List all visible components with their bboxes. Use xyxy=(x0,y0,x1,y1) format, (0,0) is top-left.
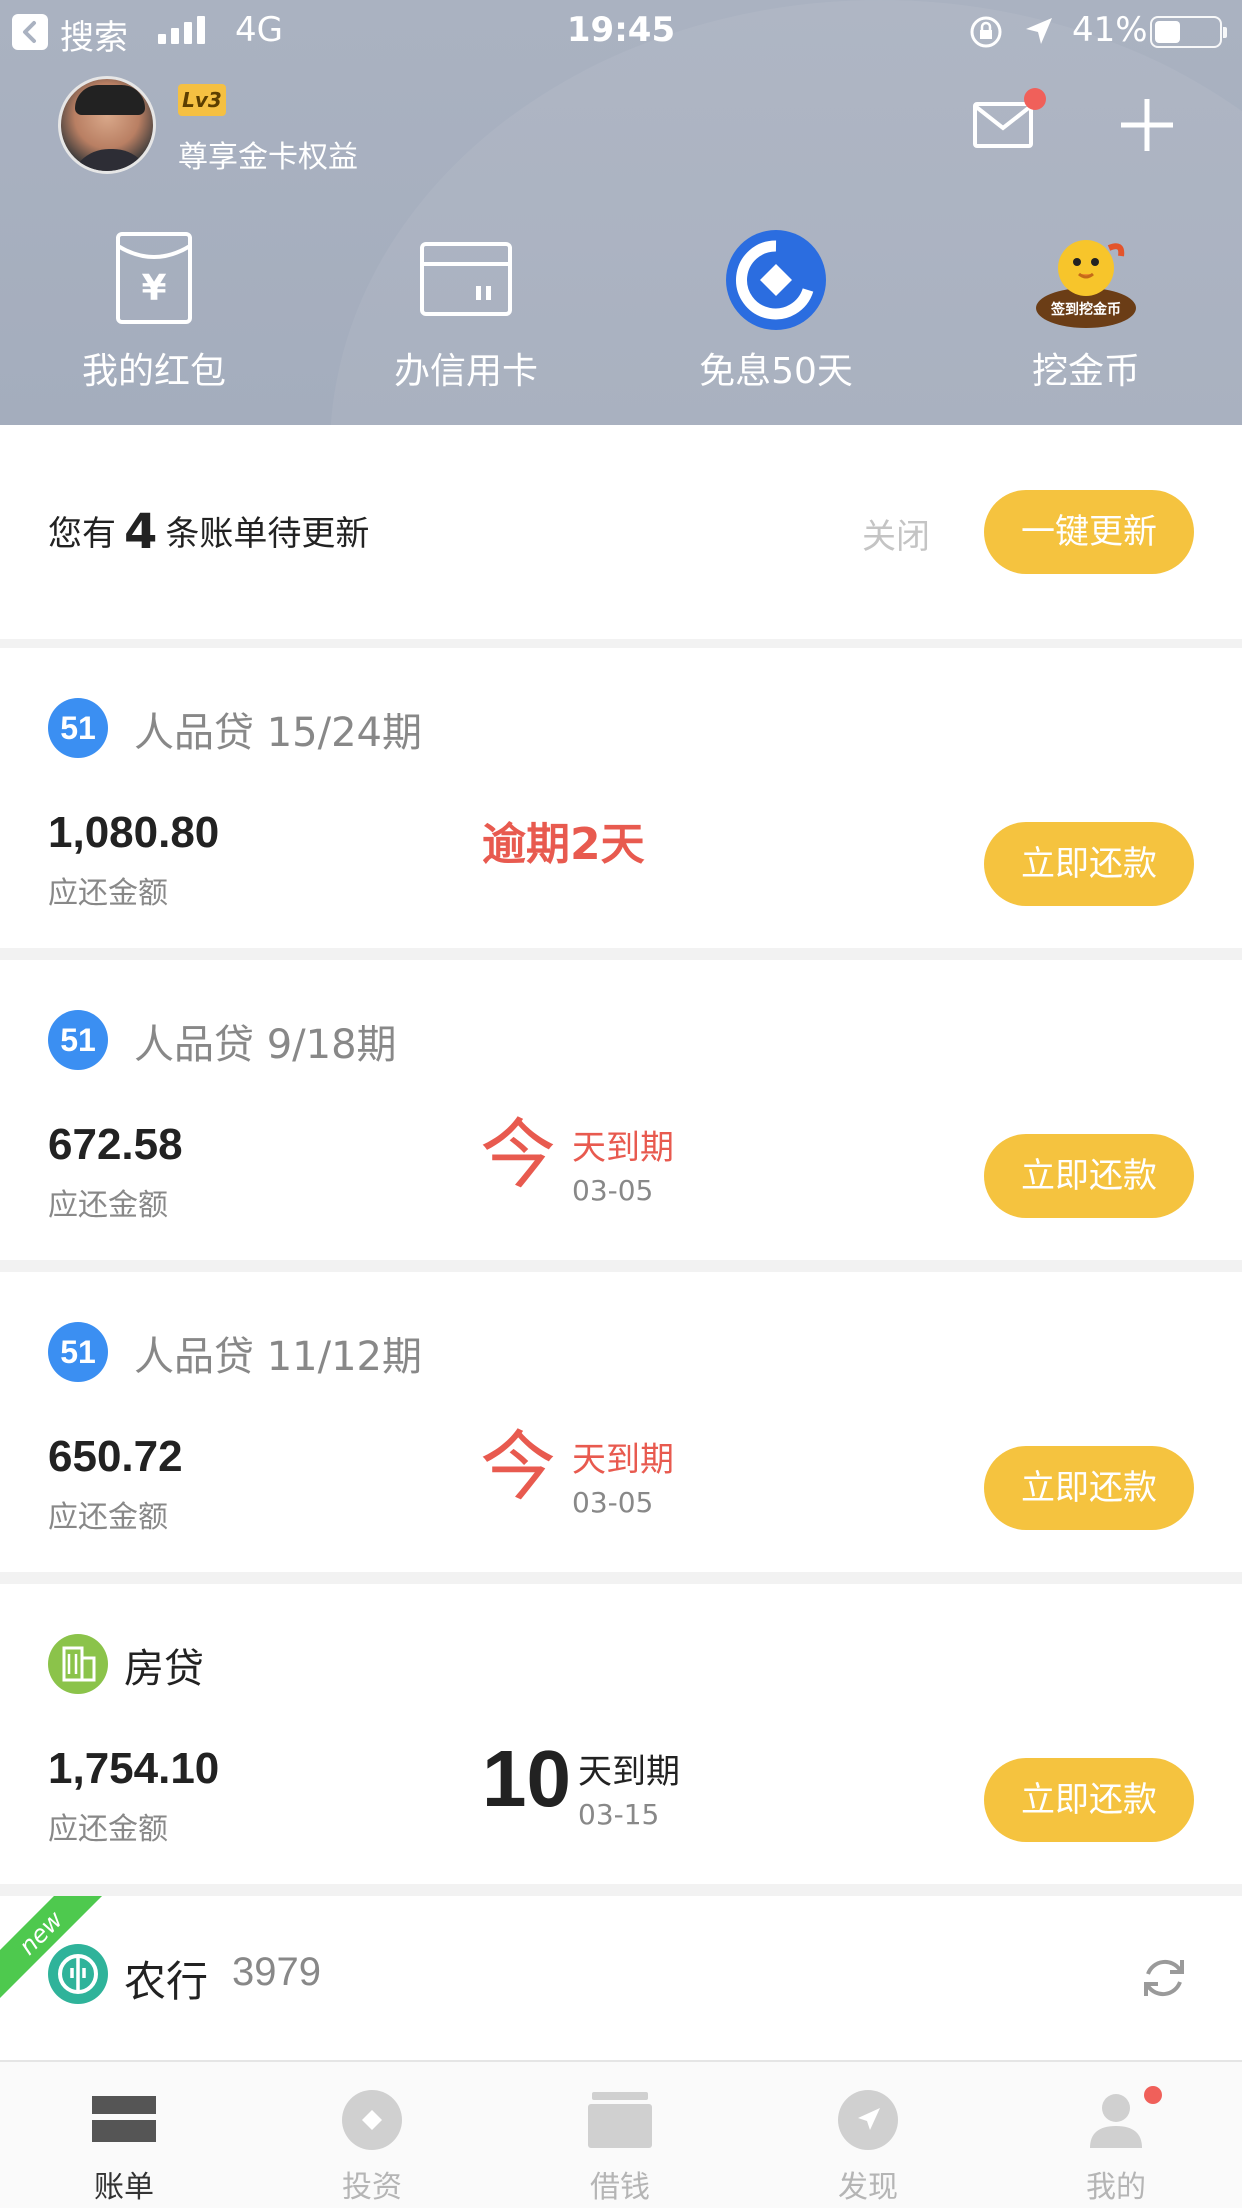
tab-label: 借钱 xyxy=(590,2170,650,2205)
battery-fill xyxy=(1155,21,1180,43)
quick-action-interest-free[interactable]: 免息50天 xyxy=(666,228,886,394)
battery-icon xyxy=(1150,16,1227,48)
discover-icon xyxy=(838,2090,898,2150)
notification-dot xyxy=(1144,2086,1162,2104)
member-benefits-link[interactable]: 尊享金卡权益 xyxy=(178,132,358,176)
bill-amount: 650.72 xyxy=(48,1432,183,1481)
bill-title: 人品贷 11/12期 xyxy=(134,1334,422,1380)
bill-card[interactable]: 51 人品贷 9/18期 672.58 应还金额 今 天到期 03-05 立即还… xyxy=(0,960,1242,1260)
credit-card-icon xyxy=(420,242,512,316)
bill-card[interactable]: 51 人品贷 15/24期 1,080.80 应还金额 逾期2天 立即还款 xyxy=(0,648,1242,948)
tab-bar: 账单 投资 借钱 发现 我的 xyxy=(0,2060,1242,2208)
lender-logo: 51 xyxy=(48,1010,108,1070)
overdue-status: 逾期2天 xyxy=(482,819,645,870)
amount-label: 应还金额 xyxy=(48,1188,168,1223)
tab-discover[interactable]: 发现 xyxy=(744,2062,992,2208)
avatar[interactable] xyxy=(58,76,156,174)
bill-amount: 1,754.10 xyxy=(48,1744,220,1793)
due-date: 03-15 xyxy=(578,1798,660,1831)
plus-icon[interactable] xyxy=(1118,96,1176,154)
svg-text:¥: ¥ xyxy=(141,268,166,309)
refresh-icon[interactable] xyxy=(1138,1952,1190,2004)
due-date: 03-05 xyxy=(572,1174,654,1207)
notice-message: 您有 4 条账单待更新 xyxy=(48,504,370,560)
tab-profile[interactable]: 我的 xyxy=(992,2062,1240,2208)
gold-digging-mascot-icon: 签到挖金币 xyxy=(1036,240,1136,328)
quick-action-label: 办信用卡 xyxy=(393,351,538,392)
quick-action-label: 我的红包 xyxy=(81,351,226,392)
tab-label: 账单 xyxy=(94,2170,154,2205)
tab-label: 我的 xyxy=(1086,2170,1146,2205)
quick-action-credit-card[interactable]: 办信用卡 xyxy=(356,228,576,394)
tab-bills[interactable]: 账单 xyxy=(0,2062,248,2208)
battery-percent: 41% xyxy=(1072,10,1148,50)
pay-now-button[interactable]: 立即还款 xyxy=(984,822,1194,906)
update-all-button[interactable]: 一键更新 xyxy=(984,490,1194,574)
close-notice-button[interactable]: 关闭 xyxy=(862,509,930,558)
invest-icon xyxy=(342,2090,402,2150)
bank-name: 农行 xyxy=(124,1957,209,2006)
tab-label: 投资 xyxy=(342,2170,402,2205)
due-text: 天到期 xyxy=(578,1752,680,1792)
red-envelope-icon: ¥ xyxy=(116,232,192,324)
tab-label: 发现 xyxy=(838,2170,898,2205)
mascot-badge-text: 签到挖金币 xyxy=(1050,301,1121,318)
borrow-icon xyxy=(588,2092,652,2148)
profile-icon xyxy=(1090,2094,1142,2148)
bill-card[interactable]: 房贷 1,754.10 应还金额 10 天到期 03-15 立即还款 xyxy=(0,1584,1242,1884)
header: 搜索 4G 19:45 41% Lv3 尊享金卡权益 ¥ 我的红包 办信用卡 免… xyxy=(0,0,1242,425)
tab-invest[interactable]: 投资 xyxy=(248,2062,496,2208)
status-bar: 搜索 4G 19:45 41% xyxy=(0,0,1242,62)
bill-amount: 672.58 xyxy=(48,1120,183,1169)
building-icon xyxy=(48,1634,108,1694)
amount-label: 应还金额 xyxy=(48,1812,168,1847)
location-icon xyxy=(1026,18,1052,44)
lender-logo: 51 xyxy=(48,1322,108,1382)
bill-title: 人品贷 15/24期 xyxy=(134,710,422,756)
card-last-digits: 3979 xyxy=(232,1950,321,1994)
bank-logo-icon xyxy=(726,230,826,330)
bill-card[interactable]: 51 人品贷 11/12期 650.72 应还金额 今 天到期 03-05 立即… xyxy=(0,1272,1242,1572)
quick-action-gold-digging[interactable]: 签到挖金币 挖金币 xyxy=(976,228,1196,394)
pay-now-button[interactable]: 立即还款 xyxy=(984,1134,1194,1218)
pay-now-button[interactable]: 立即还款 xyxy=(984,1758,1194,1842)
bill-title: 房贷 xyxy=(124,1646,204,1692)
quick-action-red-envelope[interactable]: ¥ 我的红包 xyxy=(44,228,264,394)
bill-title: 人品贷 9/18期 xyxy=(134,1022,397,1068)
days-remaining: 10 xyxy=(482,1734,571,1823)
bill-amount: 1,080.80 xyxy=(48,808,220,857)
amount-label: 应还金额 xyxy=(48,1500,168,1535)
due-today-char: 今 xyxy=(480,1422,556,1511)
rotation-lock-icon xyxy=(970,16,1002,48)
bill-update-notice: 您有 4 条账单待更新 关闭 一键更新 xyxy=(0,425,1242,639)
quick-action-label: 挖金币 xyxy=(1031,351,1140,392)
bank-card-row[interactable]: new 农行 3979 xyxy=(0,1896,1242,2060)
amount-label: 应还金额 xyxy=(48,876,168,911)
due-today-char: 今 xyxy=(480,1110,556,1199)
quick-action-label: 免息50天 xyxy=(699,351,853,392)
due-text: 天到期 xyxy=(572,1128,674,1168)
tab-borrow[interactable]: 借钱 xyxy=(496,2062,744,2208)
lender-logo: 51 xyxy=(48,698,108,758)
due-text: 天到期 xyxy=(572,1440,674,1480)
level-badge: Lv3 xyxy=(178,84,226,116)
mail-notification-dot xyxy=(1024,88,1046,110)
bank-logo-icon xyxy=(48,1944,108,2004)
due-date: 03-05 xyxy=(572,1486,654,1519)
pending-count: 4 xyxy=(124,504,158,560)
pay-now-button[interactable]: 立即还款 xyxy=(984,1446,1194,1530)
bill-icon xyxy=(92,2096,156,2142)
